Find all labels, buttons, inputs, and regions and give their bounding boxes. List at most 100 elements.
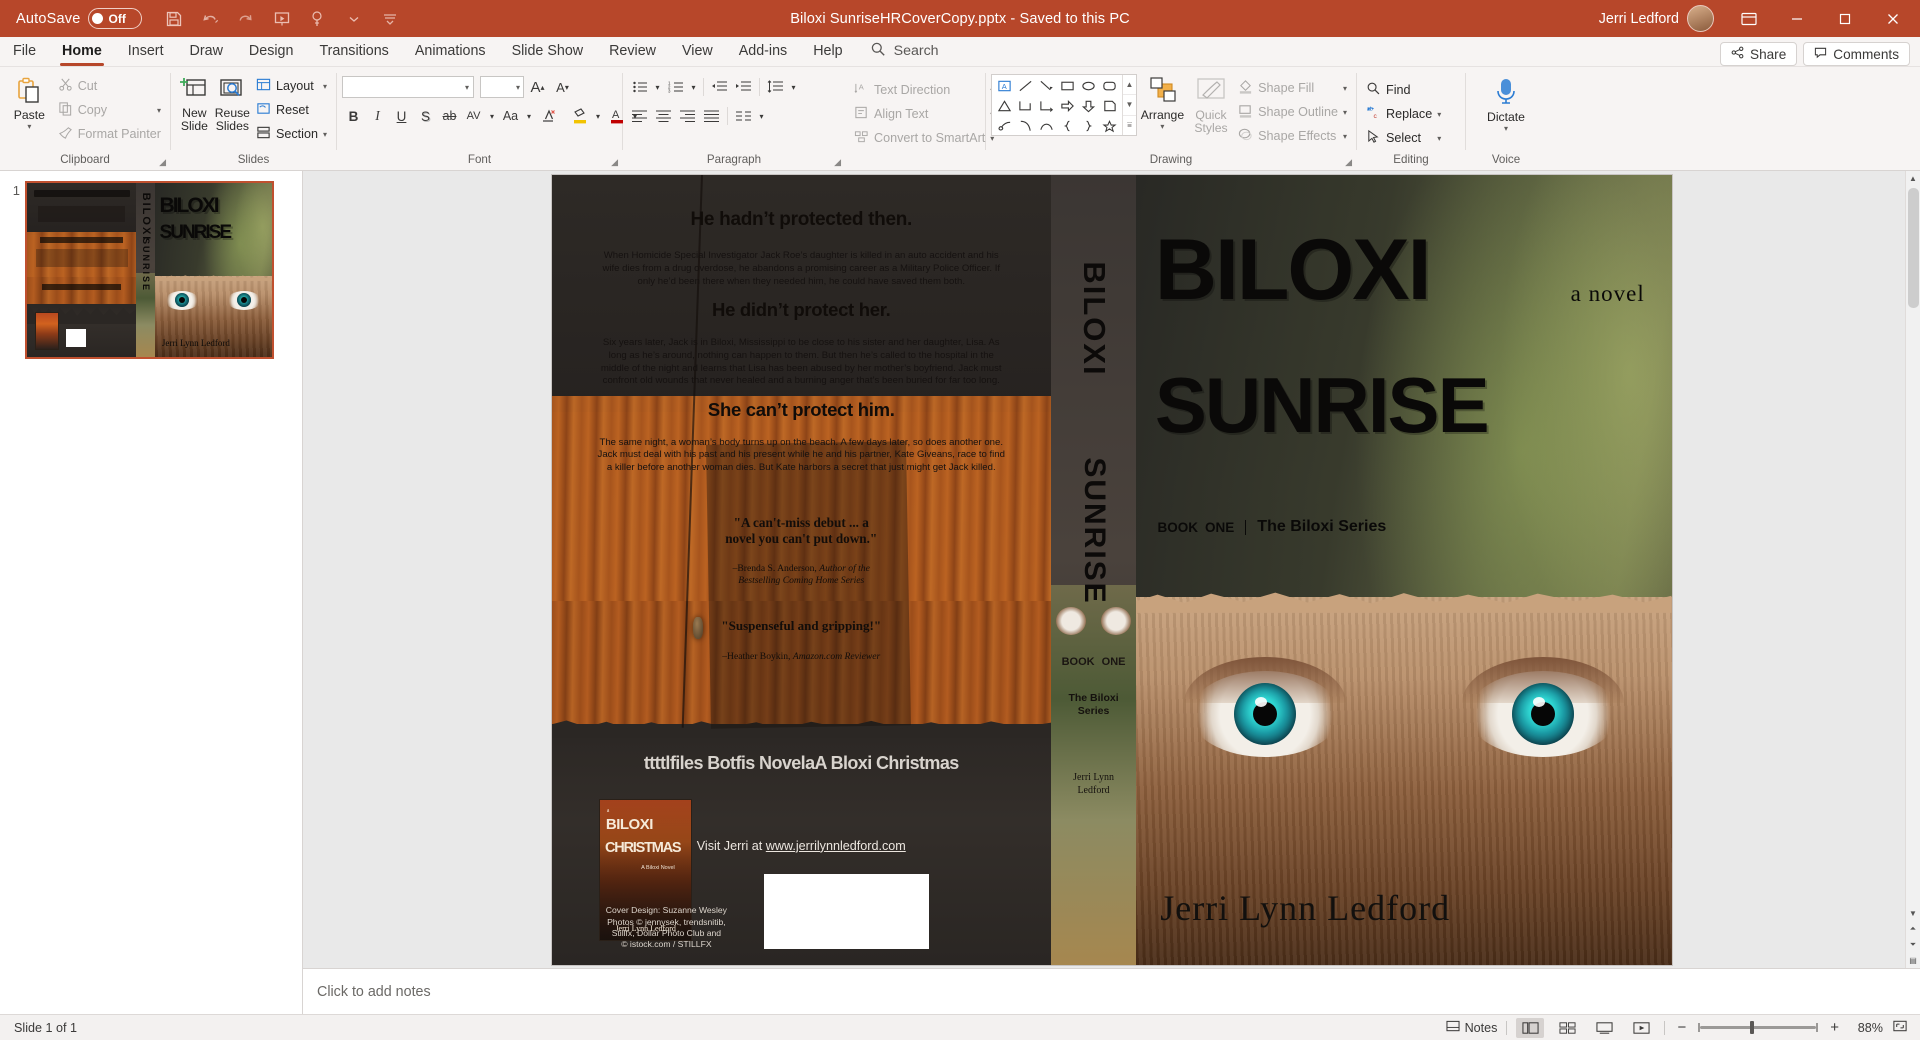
scroll-up-icon[interactable]: ▲ xyxy=(1123,75,1136,96)
zoom-level-label[interactable]: 88% xyxy=(1851,1021,1883,1035)
tab-design[interactable]: Design xyxy=(236,36,307,66)
bullets-button[interactable] xyxy=(628,76,651,98)
copy-button[interactable]: Copy ▾ xyxy=(54,98,165,122)
format-painter-button[interactable]: Format Painter xyxy=(54,122,165,146)
increase-font-size-button[interactable]: A ▴ xyxy=(526,76,549,98)
layout-button[interactable]: Layout ▾ xyxy=(252,74,331,98)
customize-qat-icon[interactable] xyxy=(374,4,406,34)
shape-outline-button[interactable]: Shape Outline ▾ xyxy=(1234,100,1351,124)
align-right-button[interactable] xyxy=(676,105,699,127)
chevron-down-icon[interactable]: ▾ xyxy=(1343,84,1347,93)
chevron-down-icon[interactable]: ▾ xyxy=(323,130,327,139)
align-left-button[interactable] xyxy=(628,105,651,127)
fit-to-window-button[interactable] xyxy=(1892,1019,1908,1036)
quick-styles-button[interactable]: Quick Styles xyxy=(1188,72,1234,135)
autosave-control[interactable]: AutoSave Off xyxy=(16,8,143,29)
text-direction-button[interactable]: A Text Direction ▾ xyxy=(850,78,998,102)
start-presentation-icon[interactable] xyxy=(266,4,298,34)
chevron-down-icon[interactable]: ▾ xyxy=(523,105,535,127)
numbering-button[interactable]: 123 xyxy=(664,76,687,98)
drawing-dialog-launcher[interactable]: ◢ xyxy=(1345,157,1352,168)
zoom-handle[interactable] xyxy=(1750,1021,1755,1034)
notes-pane[interactable]: Click to add notes xyxy=(303,968,1920,1014)
new-slide-scroll-icon[interactable]: ▤ xyxy=(1909,953,1917,968)
autosave-toggle[interactable]: Off xyxy=(88,8,143,29)
scroll-thumb[interactable] xyxy=(1907,188,1919,308)
columns-button[interactable] xyxy=(732,105,755,127)
website-link[interactable]: www.jerrilynnledford.com xyxy=(766,839,906,853)
redo-icon[interactable] xyxy=(230,4,262,34)
decrease-font-size-button[interactable]: A ▾ xyxy=(551,76,574,98)
shape-triangle-icon[interactable] xyxy=(994,96,1015,116)
reset-button[interactable]: Reset xyxy=(252,98,331,122)
chevron-down-icon[interactable]: ▾ xyxy=(486,105,498,127)
clipboard-dialog-launcher[interactable]: ◢ xyxy=(159,157,166,168)
scroll-down-icon[interactable]: ▼ xyxy=(1123,95,1136,116)
shape-right-brace-icon[interactable] xyxy=(1078,116,1099,136)
shape-down-arrow-icon[interactable] xyxy=(1078,96,1099,116)
chevron-down-icon[interactable]: ▾ xyxy=(465,83,469,92)
change-case-button[interactable]: Aa xyxy=(499,105,522,127)
text-shadow-button[interactable]: S xyxy=(414,105,437,127)
shape-oval-icon[interactable] xyxy=(1078,76,1099,96)
chevron-down-icon[interactable]: ▾ xyxy=(1160,122,1164,131)
reuse-slides-button[interactable]: Reuse Slides xyxy=(213,72,252,133)
chevron-down-icon[interactable]: ▾ xyxy=(1437,110,1441,119)
find-button[interactable]: Find xyxy=(1362,78,1445,102)
tab-home[interactable]: Home xyxy=(49,36,115,66)
shape-arc-icon[interactable] xyxy=(1036,116,1057,136)
tab-file[interactable]: File xyxy=(0,36,49,66)
comments-button[interactable]: Comments xyxy=(1803,42,1910,66)
tab-view[interactable]: View xyxy=(669,36,726,66)
chevron-down-icon[interactable]: ▾ xyxy=(788,76,799,98)
zoom-in-button[interactable]: + xyxy=(1827,1019,1842,1036)
zoom-out-button[interactable]: − xyxy=(1674,1019,1689,1036)
shape-elbow-arrow-icon[interactable] xyxy=(1036,96,1057,116)
scroll-up-icon[interactable]: ▲ xyxy=(1909,171,1917,186)
shapes-scrollbar[interactable]: ▲ ▼ ⩸ xyxy=(1122,75,1136,135)
next-slide-icon[interactable]: ⏷ xyxy=(1910,937,1916,953)
replace-button[interactable]: cb Replace ▾ xyxy=(1362,102,1445,126)
reading-view-button[interactable] xyxy=(1590,1018,1618,1038)
font-size-input[interactable]: ▾ xyxy=(480,76,524,98)
shape-arrow-icon[interactable] xyxy=(1036,76,1057,96)
paste-button[interactable]: Paste ▾ xyxy=(5,72,54,131)
chevron-down-icon[interactable]: ▾ xyxy=(323,82,327,91)
section-button[interactable]: Section ▾ xyxy=(252,122,331,146)
share-button[interactable]: Share xyxy=(1720,42,1798,66)
character-spacing-button[interactable]: AV xyxy=(462,105,485,127)
zoom-slider[interactable] xyxy=(1698,1021,1819,1034)
shapes-more-icon[interactable]: ⩸ xyxy=(1123,116,1136,135)
text-highlight-color-button[interactable] xyxy=(568,105,591,127)
tab-add-ins[interactable]: Add-ins xyxy=(726,36,800,66)
shape-left-brace-icon[interactable] xyxy=(1057,116,1078,136)
placeholder-white-box[interactable] xyxy=(763,873,929,950)
line-spacing-button[interactable] xyxy=(764,76,787,98)
previous-slide-icon[interactable]: ⏶ xyxy=(1910,921,1916,937)
chevron-down-icon[interactable] xyxy=(338,4,370,34)
tab-slide-show[interactable]: Slide Show xyxy=(499,36,597,66)
select-button[interactable]: Select ▾ xyxy=(1362,126,1445,150)
search-input[interactable]: Search xyxy=(894,43,939,59)
paragraph-dialog-launcher[interactable]: ◢ xyxy=(834,157,841,168)
align-text-button[interactable]: Align Text ▾ xyxy=(850,102,998,126)
editor-vertical-scrollbar[interactable]: ▲ ▼ ⏶ ⏷ ▤ xyxy=(1905,171,1920,968)
italic-button[interactable]: I xyxy=(366,105,389,127)
shape-textbox-icon[interactable]: A xyxy=(994,76,1015,96)
shape-scribble-icon[interactable] xyxy=(994,116,1015,136)
chevron-down-icon[interactable]: ▾ xyxy=(592,105,604,127)
scroll-down-icon[interactable]: ▼ xyxy=(1909,906,1917,921)
shape-elbow-connector-icon[interactable] xyxy=(1015,96,1036,116)
notes-button[interactable]: Notes xyxy=(1446,1020,1497,1036)
tab-help[interactable]: Help xyxy=(800,36,855,66)
shape-folded-corner-icon[interactable] xyxy=(1099,96,1120,116)
chevron-down-icon[interactable]: ▾ xyxy=(1437,134,1441,143)
decrease-indent-button[interactable] xyxy=(708,76,731,98)
dictate-button[interactable]: Dictate ▾ xyxy=(1477,72,1535,133)
shape-rounded-rect-icon[interactable] xyxy=(1099,76,1120,96)
chevron-down-icon[interactable]: ▾ xyxy=(652,76,663,98)
search-box[interactable]: Search xyxy=(870,36,939,66)
slide-thumbnail-1[interactable]: BILOXI SUNRISE BILOXI SUNRISE Jerri Lynn… xyxy=(25,181,274,359)
tab-review[interactable]: Review xyxy=(596,36,669,66)
ribbon-display-options-icon[interactable] xyxy=(1726,0,1772,37)
